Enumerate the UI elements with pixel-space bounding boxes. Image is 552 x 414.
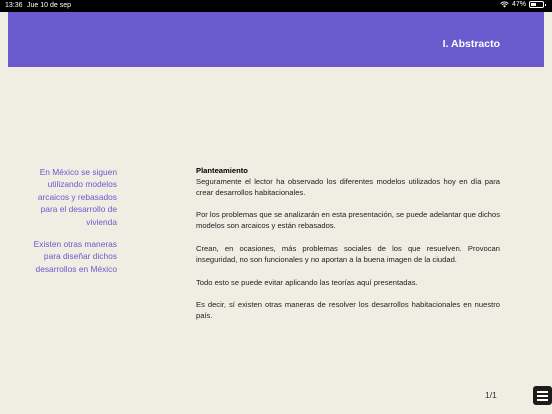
- battery-icon: [529, 1, 546, 8]
- content-paragraph: Es decir, sí existen otras maneras de re…: [196, 300, 500, 321]
- menu-icon: [537, 395, 548, 397]
- header-bar: I. Abstracto: [8, 12, 544, 67]
- content-heading: Planteamiento: [196, 166, 248, 175]
- sidebar-note: Existen otras maneras para diseñar dicho…: [33, 239, 117, 274]
- menu-icon: [537, 399, 548, 401]
- sidebar-note: En México se siguen utilizando modelos a…: [37, 167, 117, 227]
- menu-button[interactable]: [533, 386, 552, 405]
- content-paragraph: Seguramente el lector ha observado los d…: [196, 176, 500, 197]
- sidebar-notes: En México se siguen utilizando modelos a…: [30, 166, 117, 285]
- status-right: 47%: [500, 1, 546, 8]
- content-paragraph: Todo esto se puede evitar aplicando las …: [196, 277, 418, 287]
- status-time: 13:36: [5, 2, 23, 9]
- status-date: Jue 10 de sep: [27, 2, 71, 9]
- status-bar: 13:36 Jue 10 de sep 47%: [0, 0, 552, 12]
- menu-icon: [537, 391, 548, 393]
- content-paragraph: Crean, en ocasiones, más problemas socia…: [196, 243, 500, 264]
- main-content: Planteamiento Seguramente el lector ha o…: [196, 166, 500, 334]
- content-paragraph: Por los problemas que se analizarán en e…: [196, 210, 500, 231]
- battery-fill: [531, 3, 537, 6]
- section-title: I. Abstracto: [442, 38, 500, 50]
- page-number: 1/1: [485, 390, 497, 400]
- wifi-icon: [500, 1, 509, 8]
- battery-percent: 47%: [511, 1, 526, 8]
